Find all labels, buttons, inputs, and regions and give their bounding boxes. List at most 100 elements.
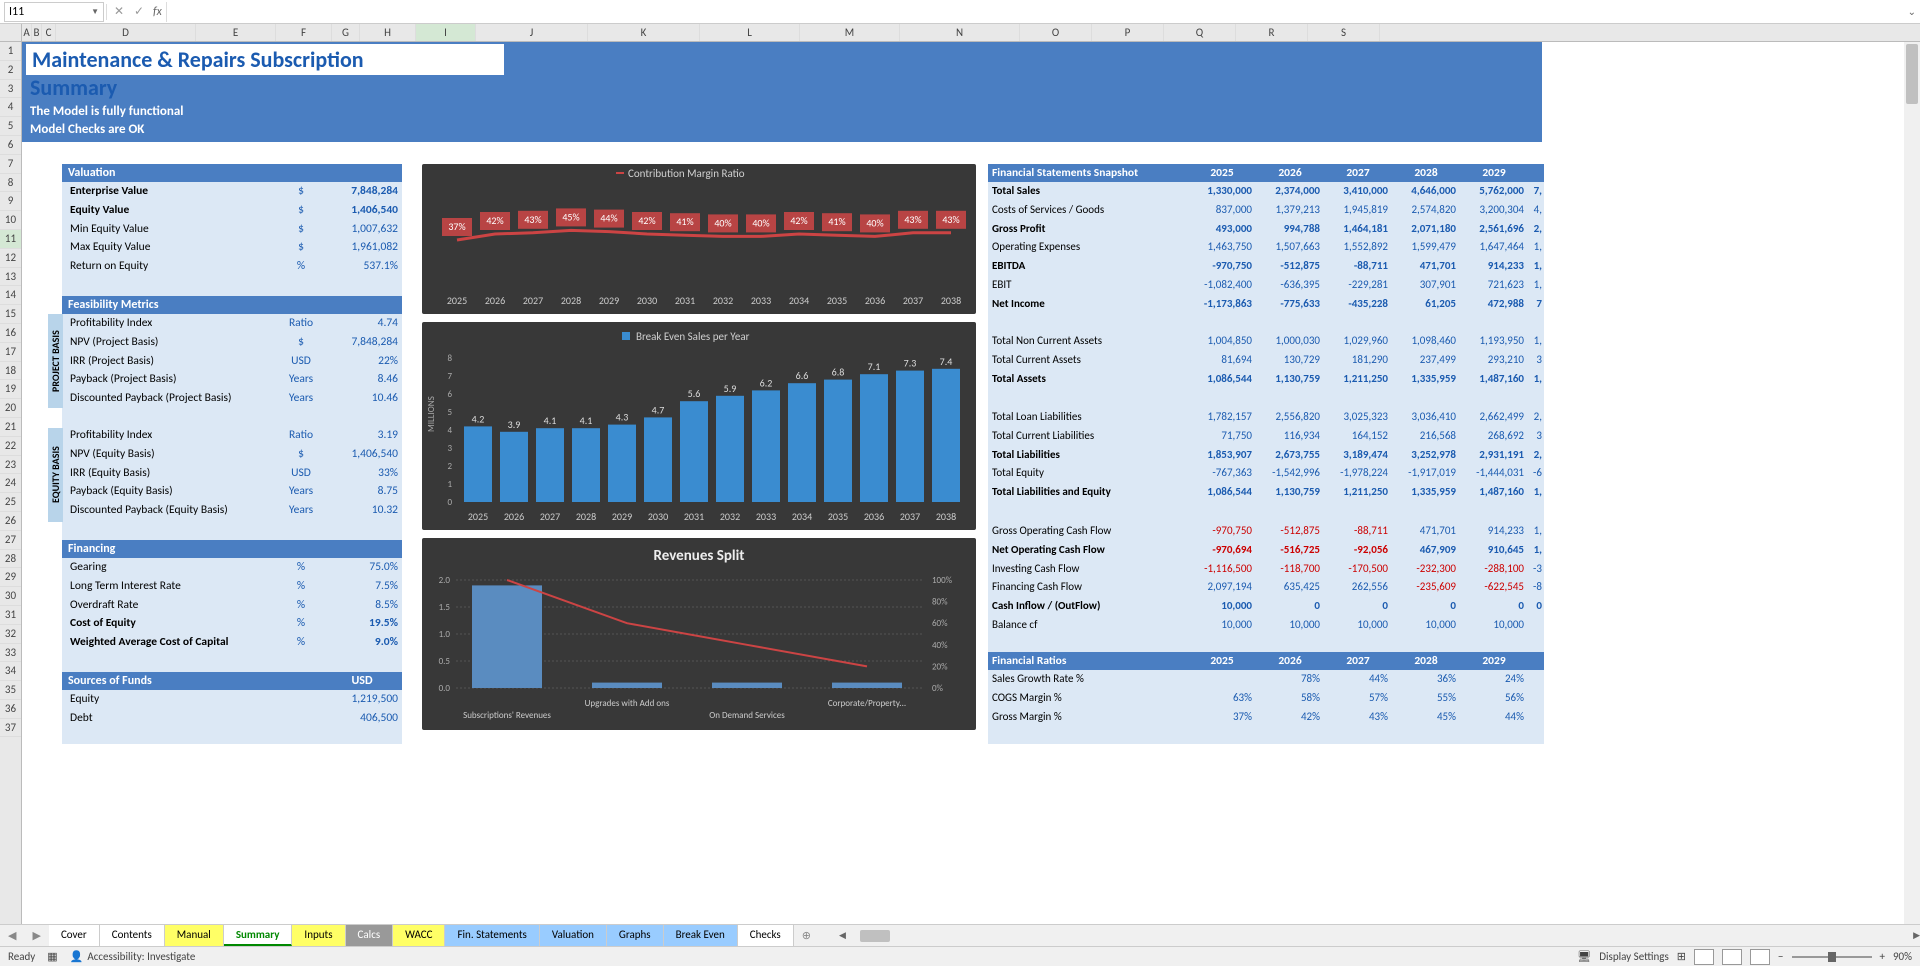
row-header-6[interactable]: 6: [0, 136, 21, 155]
column-header-K[interactable]: K: [588, 24, 700, 41]
sheet-tab-valuation[interactable]: Valuation: [540, 925, 607, 946]
column-header-L[interactable]: L: [700, 24, 800, 41]
column-header-I[interactable]: I: [416, 24, 476, 41]
row-header-1[interactable]: 1: [0, 42, 21, 61]
row-header-31[interactable]: 31: [0, 606, 21, 625]
horizontal-scrollbar[interactable]: ◀ ▶: [839, 928, 1920, 944]
row-header-7[interactable]: 7: [0, 155, 21, 174]
column-header-B[interactable]: B: [32, 24, 42, 41]
tab-nav-prev-icon[interactable]: ◀: [0, 929, 24, 942]
row-header-18[interactable]: 18: [0, 362, 21, 381]
row-header-30[interactable]: 30: [0, 587, 21, 606]
row-header-16[interactable]: 16: [0, 324, 21, 343]
formula-input[interactable]: [166, 2, 1908, 22]
column-header-D[interactable]: D: [56, 24, 196, 41]
row-header-36[interactable]: 36: [0, 700, 21, 719]
shortcuts-icon[interactable]: ⊞: [1677, 950, 1686, 963]
cancel-formula-icon[interactable]: ✕: [109, 4, 129, 19]
page-break-view-button[interactable]: [1750, 949, 1770, 965]
row-header-33[interactable]: 33: [0, 644, 21, 663]
horizontal-scrollbar-thumb[interactable]: [860, 930, 890, 942]
row-header-12[interactable]: 12: [0, 249, 21, 268]
new-sheet-button[interactable]: ⊕: [794, 929, 819, 942]
zoom-slider[interactable]: [1792, 956, 1872, 958]
row-header-29[interactable]: 29: [0, 568, 21, 587]
display-settings-label[interactable]: Display Settings: [1599, 950, 1669, 963]
row-header-37[interactable]: 37: [0, 719, 21, 738]
column-header-Q[interactable]: Q: [1164, 24, 1236, 41]
column-header-G[interactable]: G: [332, 24, 360, 41]
column-header-N[interactable]: N: [900, 24, 1020, 41]
sheet-tab-checks[interactable]: Checks: [738, 925, 794, 946]
name-box-dropdown-icon[interactable]: ▼: [91, 7, 99, 17]
zoom-in-button[interactable]: +: [1880, 950, 1885, 963]
row-header-27[interactable]: 27: [0, 531, 21, 550]
row-header-3[interactable]: 3: [0, 80, 21, 99]
page-layout-view-button[interactable]: [1722, 949, 1742, 965]
sheet-tab-fin-statements[interactable]: Fin. Statements: [445, 925, 539, 946]
sheet-tab-contents[interactable]: Contents: [100, 925, 165, 946]
sheet-tab-graphs[interactable]: Graphs: [607, 925, 664, 946]
fin-value: 164,152: [1320, 429, 1388, 442]
column-header-E[interactable]: E: [196, 24, 276, 41]
row-header-4[interactable]: 4: [0, 98, 21, 117]
row-header-21[interactable]: 21: [0, 418, 21, 437]
sheet-tab-calcs[interactable]: Calcs: [346, 925, 394, 946]
row-header-2[interactable]: 2: [0, 61, 21, 80]
row-header-25[interactable]: 25: [0, 493, 21, 512]
accessibility-icon[interactable]: 👤: [70, 950, 84, 963]
row-header-24[interactable]: 24: [0, 474, 21, 493]
column-header-C[interactable]: C: [42, 24, 56, 41]
name-box[interactable]: I11 ▼: [4, 2, 104, 22]
column-header-A[interactable]: A: [22, 24, 32, 41]
vertical-scrollbar[interactable]: [1904, 42, 1920, 924]
column-header-S[interactable]: S: [1308, 24, 1380, 41]
row-header-15[interactable]: 15: [0, 305, 21, 324]
row-header-34[interactable]: 34: [0, 662, 21, 681]
column-header-J[interactable]: J: [476, 24, 588, 41]
row-header-20[interactable]: 20: [0, 399, 21, 418]
row-header-14[interactable]: 14: [0, 286, 21, 305]
zoom-out-button[interactable]: −: [1778, 950, 1783, 963]
row-header-32[interactable]: 32: [0, 625, 21, 644]
sheet-tab-inputs[interactable]: Inputs: [292, 925, 345, 946]
expand-formula-bar-icon[interactable]: ⌄: [1908, 5, 1916, 18]
row-header-10[interactable]: 10: [0, 211, 21, 230]
row-header-11[interactable]: 11: [0, 230, 21, 249]
select-all-triangle[interactable]: [0, 24, 22, 41]
column-header-R[interactable]: R: [1236, 24, 1308, 41]
row-header-28[interactable]: 28: [0, 550, 21, 569]
confirm-formula-icon[interactable]: ✓: [129, 4, 149, 19]
normal-view-button[interactable]: [1694, 949, 1714, 965]
row-unit: Years: [276, 503, 326, 517]
sheet-tab-break-even[interactable]: Break Even: [664, 925, 738, 946]
row-header-19[interactable]: 19: [0, 380, 21, 399]
row-header-23[interactable]: 23: [0, 456, 21, 475]
row-header-22[interactable]: 22: [0, 437, 21, 456]
fin-value: -435,228: [1320, 297, 1388, 310]
row-unit: Ratio: [276, 316, 326, 330]
sheet-tab-manual[interactable]: Manual: [165, 925, 224, 946]
row-header-35[interactable]: 35: [0, 681, 21, 700]
row-header-13[interactable]: 13: [0, 268, 21, 287]
sheet-tab-cover[interactable]: Cover: [49, 925, 100, 946]
macro-icon[interactable]: ▦: [47, 950, 57, 963]
row-header-9[interactable]: 9: [0, 192, 21, 211]
tab-nav-next-icon[interactable]: ▶: [24, 929, 48, 942]
column-header-H[interactable]: H: [360, 24, 416, 41]
zoom-level[interactable]: 90%: [1893, 950, 1912, 963]
column-header-P[interactable]: P: [1092, 24, 1164, 41]
vertical-scrollbar-thumb[interactable]: [1906, 44, 1918, 104]
spreadsheet-grid[interactable]: Maintenance & Repairs Subscription Summa…: [22, 42, 1920, 924]
column-header-O[interactable]: O: [1020, 24, 1092, 41]
column-header-F[interactable]: F: [276, 24, 332, 41]
sheet-tab-summary[interactable]: Summary: [224, 925, 293, 946]
column-header-M[interactable]: M: [800, 24, 900, 41]
row-header-5[interactable]: 5: [0, 117, 21, 136]
row-header-26[interactable]: 26: [0, 512, 21, 531]
display-settings-icon[interactable]: 🖥: [1577, 950, 1591, 963]
fx-icon[interactable]: fx: [153, 5, 162, 19]
row-header-17[interactable]: 17: [0, 343, 21, 362]
row-header-8[interactable]: 8: [0, 174, 21, 193]
sheet-tab-wacc[interactable]: WACC: [393, 925, 445, 946]
